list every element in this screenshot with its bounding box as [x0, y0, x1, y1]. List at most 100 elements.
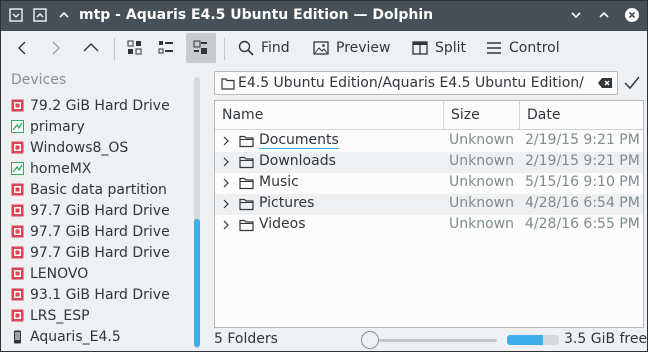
icons-view-button[interactable] [122, 33, 148, 63]
title-bar[interactable]: mtp - Aquaris E4.5 Ubuntu Edition — Dolp… [1, 1, 647, 31]
icons-view-icon [127, 40, 142, 55]
sidebar-item-label: LENOVO [30, 265, 89, 282]
file-size: Unknown [449, 216, 514, 232]
compact-view-icon [158, 41, 173, 54]
zoom-slider[interactable] [367, 339, 497, 342]
hard-drive-icon [11, 309, 24, 322]
find-button[interactable]: Find [237, 33, 290, 63]
devices-section-title: Devices [11, 72, 67, 88]
sidebar-item-device[interactable]: 97.7 GiB Hard Drive [11, 242, 191, 263]
hard-drive-icon [11, 183, 24, 196]
file-size: Unknown [449, 195, 514, 211]
folder-icon [221, 77, 235, 90]
sidebar-item-label: 97.7 GiB Hard Drive [30, 244, 170, 261]
folder-icon [239, 218, 254, 232]
sidebar-item-device[interactable]: Aquaris_E4.5 [11, 326, 191, 347]
sidebar-item-device[interactable]: LENOVO [11, 263, 191, 284]
file-name[interactable]: Music [259, 174, 299, 190]
sidebar-item-device[interactable]: homeMX [11, 158, 191, 179]
find-label: Find [261, 40, 290, 56]
file-name[interactable]: Documents [259, 132, 339, 149]
expand-chevron-icon[interactable] [221, 135, 231, 147]
file-list: Documents Unknown 2/19/15 9:21 PM Downloads… [215, 131, 643, 236]
file-date: 4/28/16 6:55 PM [525, 216, 640, 232]
column-date-header[interactable]: Date [519, 101, 643, 130]
hard-drive-icon [11, 141, 24, 154]
sidebar-scrollbar-thumb[interactable] [194, 219, 200, 347]
expand-chevron-icon[interactable] [221, 156, 231, 168]
close-icon[interactable] [623, 6, 641, 24]
forward-button[interactable] [47, 33, 65, 63]
phone-icon [11, 330, 24, 344]
file-name[interactable]: Pictures [259, 195, 314, 211]
compact-view-button[interactable] [153, 33, 179, 63]
file-row[interactable]: Documents Unknown 2/19/15 9:21 PM [215, 131, 643, 152]
minimize-icon[interactable] [567, 6, 585, 24]
maximize-icon[interactable] [595, 6, 613, 24]
column-header: Name Size Date [215, 101, 643, 130]
control-label: Control [509, 40, 560, 56]
column-size-header[interactable]: Size [443, 101, 519, 130]
sidebar-item-label: homeMX [30, 160, 92, 177]
partition-icon [11, 162, 24, 175]
sidebar-item-label: Windows8_OS [30, 139, 129, 156]
free-space-fill [507, 335, 544, 345]
expand-chevron-icon[interactable] [221, 177, 231, 189]
main-toolbar: Find Preview Split Control [1, 31, 647, 65]
confirm-location-button[interactable] [621, 73, 643, 93]
preview-label: Preview [336, 40, 391, 56]
file-row[interactable]: Downloads Unknown 2/19/15 9:21 PM [215, 152, 643, 173]
sidebar-item-device[interactable]: primary [11, 116, 191, 137]
file-size: Unknown [449, 153, 514, 169]
split-label: Split [435, 40, 467, 56]
details-view-icon [193, 40, 207, 54]
image-preview-icon [313, 41, 329, 55]
column-name-header[interactable]: Name [215, 101, 443, 130]
location-bar[interactable]: E4.5 Ubuntu Edition/Aquaris E4.5 Ubuntu … [214, 71, 618, 95]
sidebar-scrollbar[interactable] [194, 77, 200, 349]
sidebar-item-device[interactable]: Basic data partition [11, 179, 191, 200]
folder-icon [239, 155, 254, 169]
zoom-slider-handle[interactable] [361, 331, 379, 349]
clear-location-button[interactable] [597, 75, 613, 91]
hard-drive-icon [11, 225, 24, 238]
places-panel: Devices 79.2 GiB Hard Drive primary Window… [1, 67, 207, 351]
hard-drive-icon [11, 246, 24, 259]
back-button[interactable] [13, 33, 31, 63]
file-name[interactable]: Videos [259, 216, 306, 232]
up-button[interactable] [81, 33, 101, 63]
sidebar-item-label: Basic data partition [30, 181, 167, 198]
file-row[interactable]: Videos Unknown 4/28/16 6:55 PM [215, 215, 643, 236]
file-row[interactable]: Pictures Unknown 4/28/16 6:54 PM [215, 194, 643, 215]
file-row[interactable]: Music Unknown 5/15/16 9:10 PM [215, 173, 643, 194]
window-menu-icon[interactable] [7, 6, 25, 24]
details-view-button[interactable] [186, 33, 216, 63]
sidebar-item-label: 79.2 GiB Hard Drive [30, 97, 170, 114]
clear-icon [597, 75, 613, 91]
location-path[interactable]: E4.5 Ubuntu Edition/Aquaris E4.5 Ubuntu … [238, 75, 584, 91]
sidebar-item-device[interactable]: 93.1 GiB Hard Drive [11, 284, 191, 305]
expand-chevron-icon[interactable] [221, 198, 231, 210]
file-view[interactable]: Name Size Date Documents Unknown 2/19/15 9… [214, 100, 644, 328]
keep-on-top-icon[interactable] [31, 6, 49, 24]
file-name[interactable]: Downloads [259, 153, 336, 169]
sidebar-item-device[interactable]: 97.7 GiB Hard Drive [11, 200, 191, 221]
status-summary: 5 Folders [214, 331, 278, 347]
folder-icon [239, 176, 254, 190]
free-space-text: 3.5 GiB free [564, 331, 648, 347]
arrow-left-icon [18, 41, 26, 55]
sidebar-item-device[interactable]: Windows8_OS [11, 137, 191, 158]
preview-button[interactable]: Preview [312, 33, 391, 63]
folder-icon [239, 134, 254, 148]
devices-list: 79.2 GiB Hard Drive primary Windows8_OShom… [11, 95, 191, 347]
free-space-bar [507, 335, 559, 345]
toolbar-separator [224, 38, 225, 60]
split-button[interactable]: Split [411, 33, 466, 63]
sidebar-item-device[interactable]: 97.7 GiB Hard Drive [11, 221, 191, 242]
control-button[interactable]: Control [485, 33, 560, 63]
sidebar-item-device[interactable]: 79.2 GiB Hard Drive [11, 95, 191, 116]
expand-chevron-icon[interactable] [221, 219, 231, 231]
folder-icon [239, 197, 254, 211]
sidebar-item-device[interactable]: LRS_ESP [11, 305, 191, 326]
collapse-icon[interactable] [55, 6, 73, 24]
